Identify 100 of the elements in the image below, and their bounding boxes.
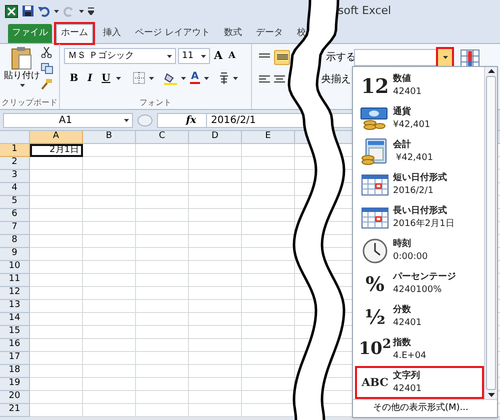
grid-cell[interactable] bbox=[136, 170, 189, 183]
grid-cell[interactable] bbox=[30, 391, 83, 404]
format-option[interactable]: 長い日付形式 2016年2月1日 bbox=[355, 201, 484, 234]
paste-button[interactable]: 貼り付け bbox=[3, 46, 41, 96]
row-header[interactable]: 10 bbox=[0, 261, 30, 274]
file-tab[interactable]: ファイル bbox=[8, 24, 52, 43]
grid-cell[interactable] bbox=[136, 222, 189, 235]
grid-cell[interactable] bbox=[136, 157, 189, 170]
row-header[interactable]: 4 bbox=[0, 183, 30, 196]
grid-cell[interactable] bbox=[30, 378, 83, 391]
format-option[interactable]: 通貨 ¥42,401 bbox=[355, 102, 484, 135]
grid-cell[interactable] bbox=[30, 313, 83, 326]
number-format-dropdown[interactable] bbox=[438, 49, 452, 66]
grid-cell[interactable] bbox=[189, 196, 242, 209]
select-all-corner[interactable] bbox=[0, 131, 30, 144]
row-header[interactable]: 20 bbox=[0, 391, 30, 404]
row-header[interactable]: 7 bbox=[0, 222, 30, 235]
grid-cell[interactable] bbox=[136, 196, 189, 209]
grid-cell[interactable] bbox=[30, 235, 83, 248]
row-header[interactable]: 5 bbox=[0, 196, 30, 209]
grid-cell[interactable] bbox=[83, 300, 136, 313]
grid-cell[interactable] bbox=[83, 248, 136, 261]
row-header[interactable]: 12 bbox=[0, 287, 30, 300]
insert-function-button[interactable]: fx bbox=[186, 112, 206, 128]
row-header[interactable]: 6 bbox=[0, 209, 30, 222]
grid-cell[interactable] bbox=[189, 183, 242, 196]
column-header[interactable]: B bbox=[83, 131, 136, 144]
grid-cell[interactable] bbox=[242, 209, 295, 222]
row-header[interactable]: 9 bbox=[0, 248, 30, 261]
redo-icon[interactable] bbox=[63, 5, 75, 17]
grid-cell[interactable] bbox=[242, 157, 295, 170]
grid-cell[interactable] bbox=[189, 313, 242, 326]
row-header[interactable]: 13 bbox=[0, 300, 30, 313]
grid-cell[interactable] bbox=[83, 378, 136, 391]
grid-cell[interactable] bbox=[242, 196, 295, 209]
font-name-field[interactable]: ＭＳ Ｐゴシック bbox=[64, 48, 176, 64]
grid-cell[interactable] bbox=[189, 144, 242, 157]
grid-cell[interactable] bbox=[136, 261, 189, 274]
grid-cell[interactable] bbox=[242, 274, 295, 287]
grid-cell[interactable] bbox=[30, 157, 83, 170]
font-size-field[interactable]: 11 bbox=[178, 48, 210, 64]
grid-cell[interactable] bbox=[83, 313, 136, 326]
grid-cell[interactable] bbox=[136, 313, 189, 326]
ribbon-tab[interactable]: 数式 bbox=[220, 24, 246, 43]
borders-icon[interactable] bbox=[133, 72, 145, 84]
grid-cell[interactable] bbox=[189, 235, 242, 248]
grid-cell[interactable] bbox=[83, 352, 136, 365]
grid-cell[interactable] bbox=[30, 287, 83, 300]
bold-button[interactable]: B bbox=[68, 70, 80, 86]
format-painter-icon[interactable] bbox=[41, 79, 52, 90]
grid-cell[interactable] bbox=[189, 352, 242, 365]
grid-cell[interactable] bbox=[136, 352, 189, 365]
grid-cell[interactable] bbox=[136, 248, 189, 261]
row-header[interactable]: 15 bbox=[0, 326, 30, 339]
grid-cell[interactable] bbox=[30, 352, 83, 365]
grid-cell[interactable] bbox=[30, 170, 83, 183]
grid-cell[interactable] bbox=[189, 248, 242, 261]
grid-cell[interactable] bbox=[189, 287, 242, 300]
grid-cell[interactable] bbox=[189, 222, 242, 235]
grid-cell[interactable] bbox=[83, 404, 136, 417]
grid-cell[interactable] bbox=[189, 274, 242, 287]
grow-font-button[interactable]: A bbox=[212, 48, 225, 64]
grid-cell[interactable] bbox=[189, 209, 242, 222]
ribbon-tab[interactable]: データ bbox=[252, 24, 287, 43]
grid-cell[interactable] bbox=[242, 313, 295, 326]
italic-button[interactable]: I bbox=[84, 70, 96, 86]
grid-cell[interactable] bbox=[242, 170, 295, 183]
grid-cell[interactable] bbox=[83, 144, 136, 157]
grid-cell[interactable] bbox=[136, 209, 189, 222]
grid-cell[interactable] bbox=[83, 261, 136, 274]
grid-cell[interactable] bbox=[83, 339, 136, 352]
grid-cell[interactable] bbox=[242, 326, 295, 339]
phonetic-guide-icon[interactable] bbox=[218, 72, 229, 84]
grid-cell[interactable] bbox=[136, 300, 189, 313]
grid-cell[interactable] bbox=[189, 391, 242, 404]
format-option[interactable]: 会計 ¥42,401 bbox=[355, 135, 484, 168]
grid-cell[interactable] bbox=[83, 222, 136, 235]
grid-cell[interactable] bbox=[136, 339, 189, 352]
merge-center-label[interactable]: 央揃え bbox=[321, 72, 351, 86]
vertical-align-button[interactable] bbox=[274, 50, 290, 64]
row-header[interactable]: 3 bbox=[0, 170, 30, 183]
grid-cell[interactable] bbox=[242, 352, 295, 365]
grid-cell[interactable] bbox=[136, 144, 189, 157]
grid-cell[interactable] bbox=[242, 287, 295, 300]
grid-cell[interactable] bbox=[136, 365, 189, 378]
column-header[interactable]: C bbox=[136, 131, 189, 144]
row-header[interactable]: 8 bbox=[0, 235, 30, 248]
column-header[interactable]: D bbox=[189, 131, 242, 144]
grid-cell[interactable] bbox=[189, 170, 242, 183]
grid-cell[interactable] bbox=[83, 365, 136, 378]
fill-color-icon[interactable] bbox=[164, 72, 177, 84]
spreadsheet-logo-icon[interactable] bbox=[5, 4, 18, 18]
number-format-field[interactable] bbox=[354, 49, 438, 66]
grid-cell[interactable] bbox=[83, 209, 136, 222]
grid-cell[interactable] bbox=[30, 261, 83, 274]
save-icon[interactable] bbox=[22, 5, 34, 17]
column-header[interactable]: E bbox=[242, 131, 295, 144]
grid-cell[interactable] bbox=[189, 157, 242, 170]
grid-cell[interactable] bbox=[189, 404, 242, 417]
scroll-down-icon[interactable] bbox=[488, 393, 494, 397]
